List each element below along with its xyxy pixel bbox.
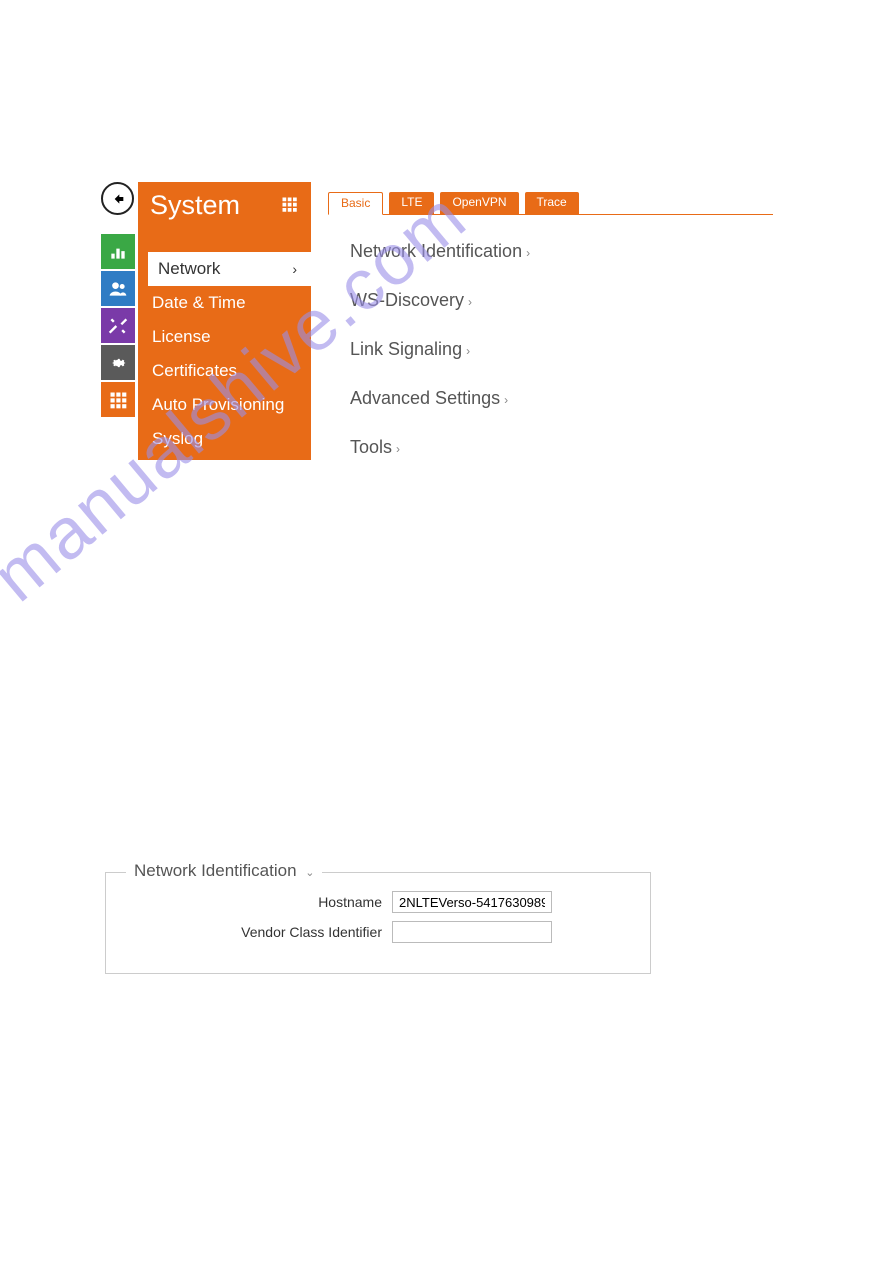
rail-hardware[interactable]	[101, 345, 135, 380]
sidebar-item-syslog[interactable]: Syslog	[138, 422, 311, 456]
tab-basic[interactable]: Basic	[328, 192, 383, 215]
sidebar-title: System	[150, 190, 240, 221]
chevron-down-icon: ⌄	[305, 867, 314, 879]
chevron-right-icon: ›	[396, 442, 400, 456]
fieldset-legend[interactable]: Network Identification ⌄	[126, 861, 322, 881]
section-ws-discovery[interactable]: WS-Discovery ›	[350, 290, 773, 311]
sidebar-item-label: Date & Time	[152, 293, 246, 313]
icon-rail	[101, 234, 135, 419]
hostname-input[interactable]	[392, 891, 552, 913]
network-identification-fieldset: Network Identification ⌄ Hostname Vendor…	[105, 872, 651, 974]
chart-icon	[108, 242, 128, 262]
chevron-right-icon: ›	[504, 393, 508, 407]
grid-icon	[108, 390, 128, 410]
content-panel: Basic LTE OpenVPN Trace Network Identifi…	[328, 192, 773, 486]
rail-system[interactable]	[101, 382, 135, 417]
gear-icon	[108, 353, 128, 373]
section-label: WS-Discovery	[350, 290, 464, 310]
section-label: Advanced Settings	[350, 388, 500, 408]
section-list: Network Identification › WS-Discovery › Li…	[328, 215, 773, 458]
fieldset-legend-label: Network Identification	[134, 861, 297, 880]
sidebar-item-autoprovisioning[interactable]: Auto Provisioning	[138, 388, 311, 422]
sidebar-item-label: Auto Provisioning	[152, 395, 284, 415]
section-advanced-settings[interactable]: Advanced Settings ›	[350, 388, 773, 409]
sidebar-item-datetime[interactable]: Date & Time	[138, 286, 311, 320]
sidebar-item-certificates[interactable]: Certificates	[138, 354, 311, 388]
rail-directory[interactable]	[101, 271, 135, 306]
section-label: Tools	[350, 437, 392, 457]
section-link-signaling[interactable]: Link Signaling ›	[350, 339, 773, 360]
tab-trace[interactable]: Trace	[525, 192, 579, 214]
chevron-right-icon: ›	[292, 261, 297, 277]
section-label: Link Signaling	[350, 339, 462, 359]
rail-status[interactable]	[101, 234, 135, 269]
sidebar-item-label: Network	[158, 259, 220, 279]
back-button[interactable]	[101, 182, 134, 215]
sidebar-item-license[interactable]: License	[138, 320, 311, 354]
section-label: Network Identification	[350, 241, 522, 261]
hostname-label: Hostname	[122, 894, 392, 910]
sidebar-item-label: Certificates	[152, 361, 237, 381]
chevron-right-icon: ›	[466, 344, 470, 358]
tools-icon	[108, 316, 128, 336]
sidebar-item-network[interactable]: Network ›	[148, 252, 311, 286]
sidebar: System Network › Date & Time License Cer…	[138, 182, 311, 460]
chevron-right-icon: ›	[526, 246, 530, 260]
sidebar-menu: Network › Date & Time License Certificat…	[138, 252, 311, 460]
vendor-class-input[interactable]	[392, 921, 552, 943]
sidebar-item-label: Syslog	[152, 429, 203, 449]
sidebar-item-label: License	[152, 327, 211, 347]
tab-row: Basic LTE OpenVPN Trace	[328, 192, 773, 215]
tab-lte[interactable]: LTE	[389, 192, 434, 214]
chevron-right-icon: ›	[468, 295, 472, 309]
tab-openvpn[interactable]: OpenVPN	[440, 192, 518, 214]
grid-icon[interactable]	[281, 196, 299, 214]
vendor-class-label: Vendor Class Identifier	[122, 924, 392, 940]
users-icon	[108, 279, 128, 299]
section-tools[interactable]: Tools ›	[350, 437, 773, 458]
section-network-identification[interactable]: Network Identification ›	[350, 241, 773, 262]
rail-services[interactable]	[101, 308, 135, 343]
arrow-left-icon	[110, 191, 126, 207]
